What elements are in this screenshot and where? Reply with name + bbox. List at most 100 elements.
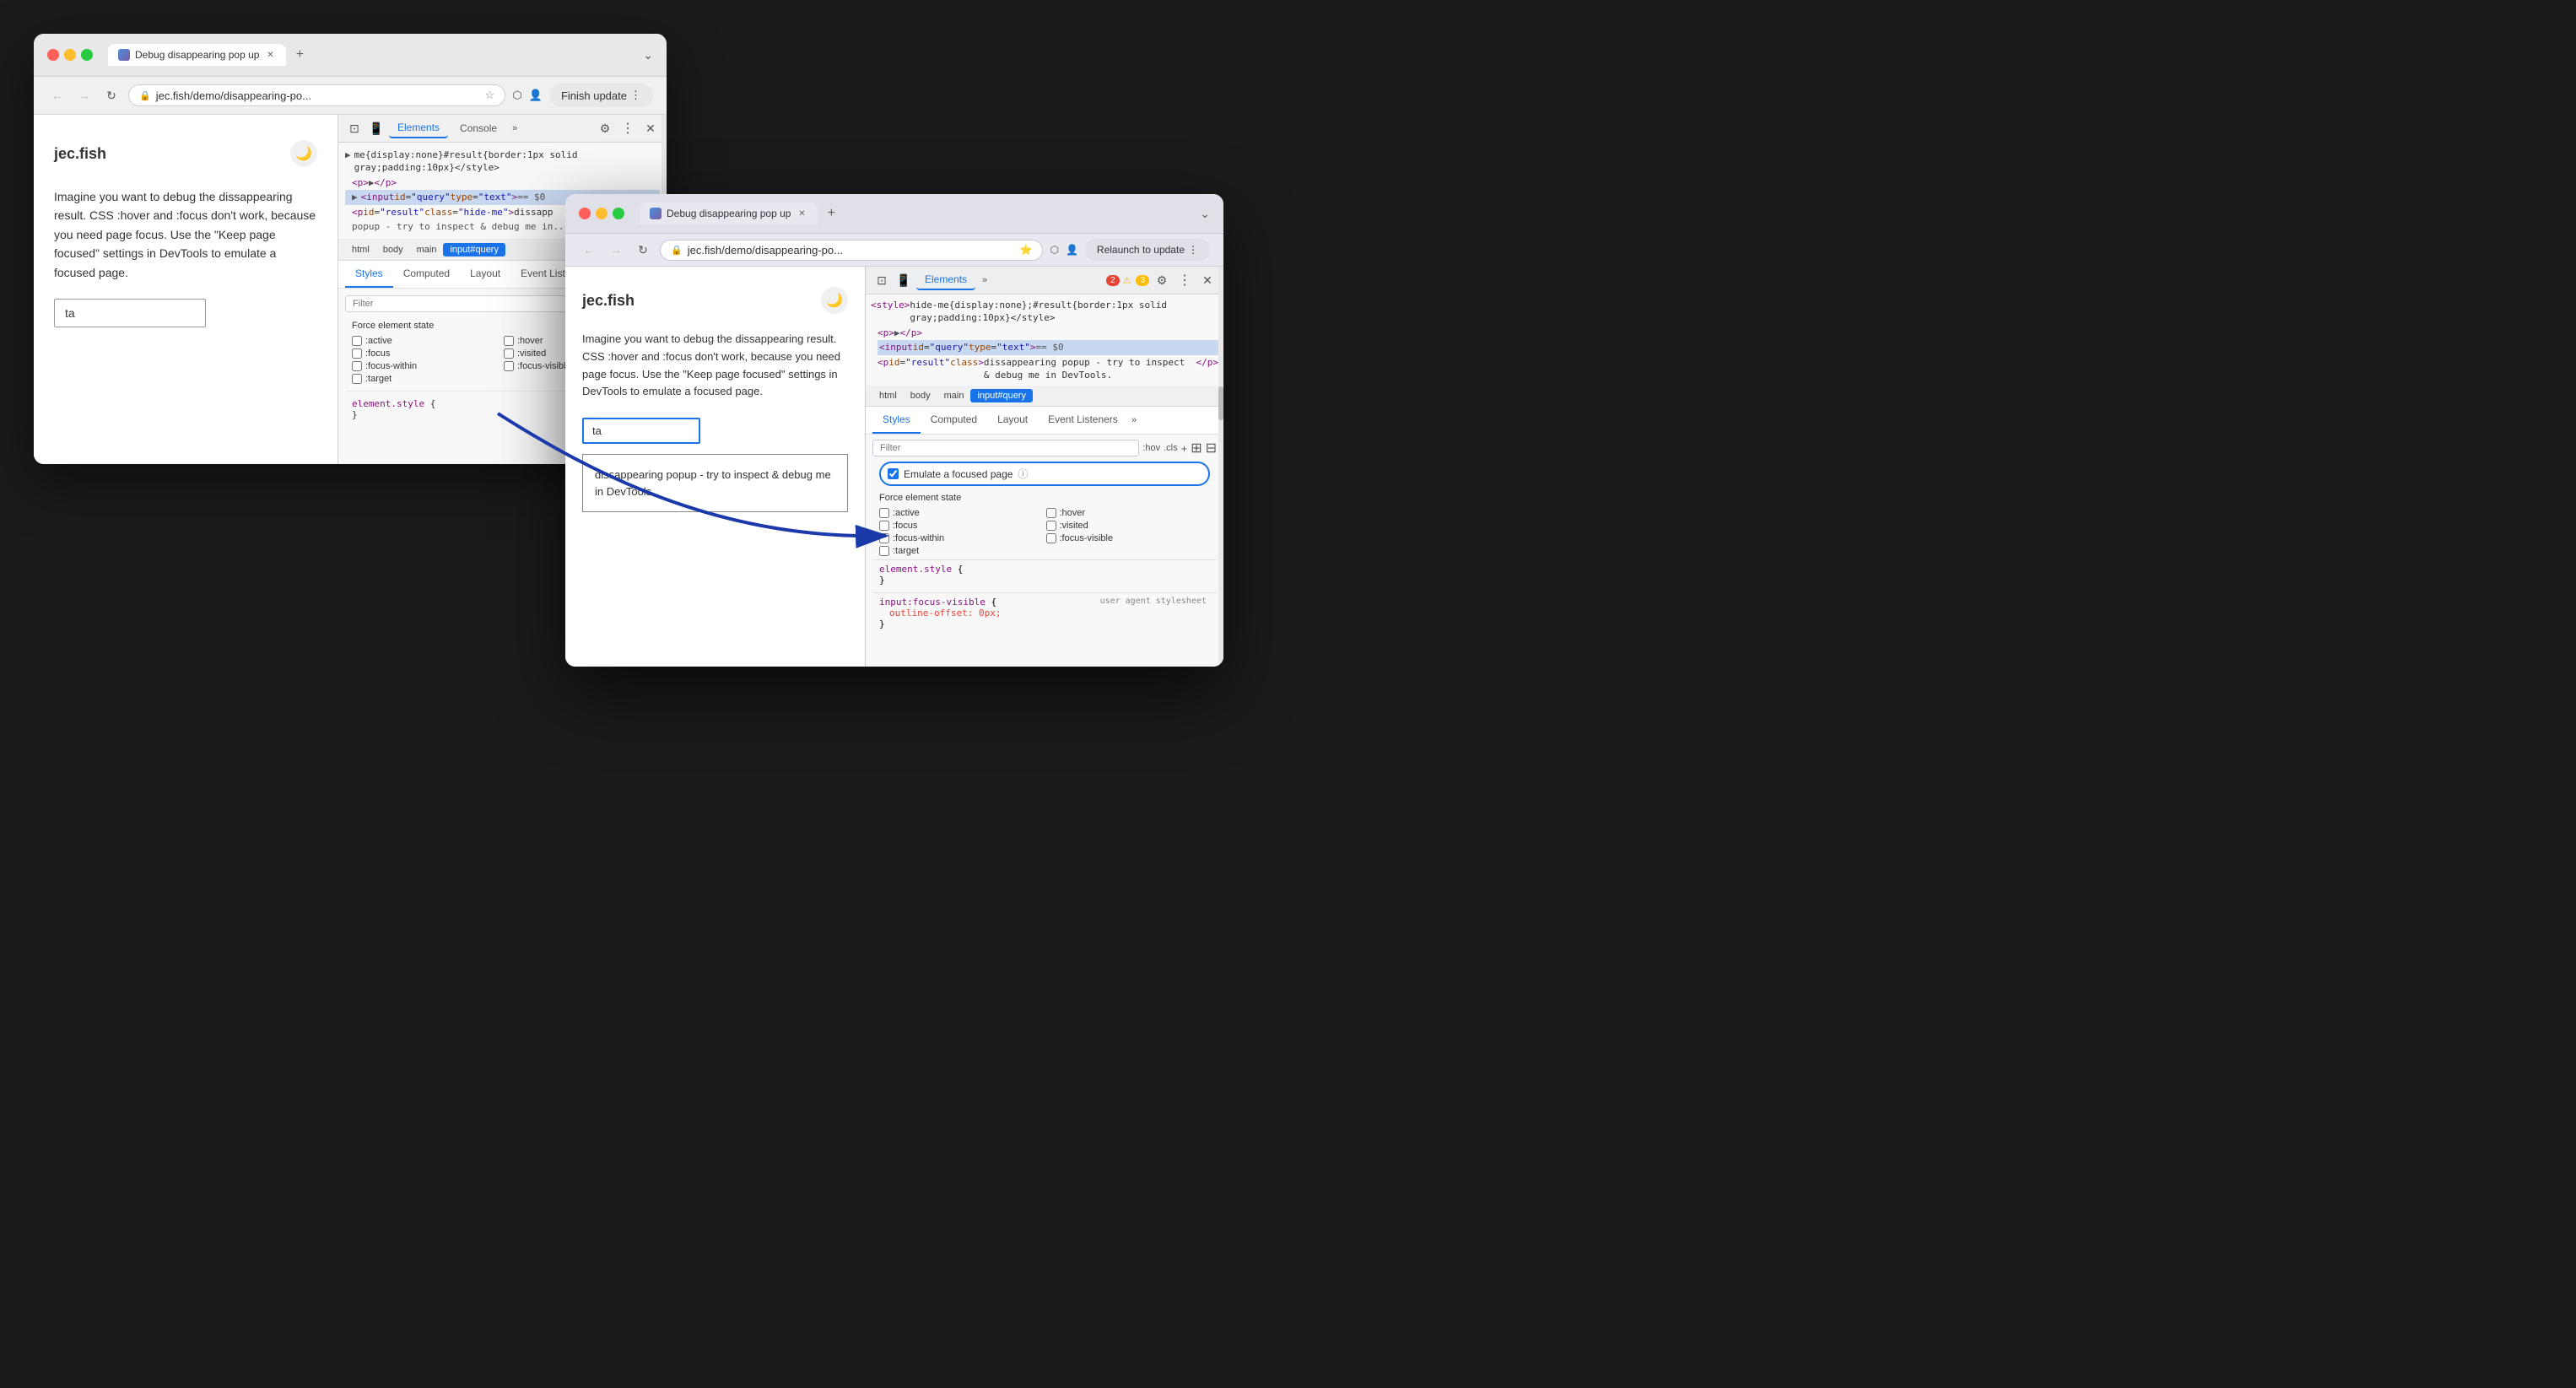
- relaunch-update-button[interactable]: Relaunch to update ⋮: [1085, 239, 1210, 261]
- maximize-button-2[interactable]: [613, 208, 624, 219]
- computed-tab-1[interactable]: Computed: [393, 261, 460, 288]
- scrollbar-2[interactable]: [1218, 267, 1223, 667]
- focus-visible-checkbox-2[interactable]: [1046, 533, 1056, 543]
- url-field-2[interactable]: 🔒 jec.fish/demo/disappearing-po... ⭐: [660, 240, 1043, 261]
- more-tabs-icon-2[interactable]: »: [979, 273, 991, 287]
- code-line-2-3[interactable]: <input id="query" type="text" > == $0: [878, 340, 1218, 354]
- active-checkbox-1[interactable]: [352, 336, 362, 346]
- visited-checkbox-1[interactable]: [504, 348, 514, 359]
- focus-within-checkbox-1[interactable]: [352, 361, 362, 371]
- new-tab-button-1[interactable]: +: [289, 45, 310, 65]
- bc-html[interactable]: html: [345, 243, 376, 257]
- titlebar-1: Debug disappearing pop up ✕ + ⌄: [34, 34, 667, 77]
- focus-checkbox-1[interactable]: [352, 348, 362, 359]
- focus-within-checkbox-2[interactable]: [879, 533, 889, 543]
- back-button-1[interactable]: ←: [47, 85, 68, 105]
- styles-tab-1[interactable]: Styles: [345, 261, 393, 288]
- dark-mode-button-1[interactable]: 🌙: [290, 140, 317, 167]
- code-line-2-2: <p> ▶ </p>: [878, 326, 1218, 340]
- list-view-btn[interactable]: ⊟: [1206, 440, 1217, 456]
- active-tab-1[interactable]: Debug disappearing pop up ✕: [108, 44, 286, 66]
- url-field-1[interactable]: 🔒 jec.fish/demo/disappearing-po... ☆: [128, 84, 505, 106]
- add-style-btn-2[interactable]: +: [1181, 442, 1188, 455]
- styles-tab-2[interactable]: Styles: [872, 407, 921, 434]
- new-tab-button-2[interactable]: +: [821, 203, 841, 224]
- computed-tab-2[interactable]: Computed: [921, 407, 987, 434]
- bc2-main[interactable]: main: [937, 389, 971, 402]
- page-description-2: Imagine you want to debug the dissappear…: [582, 331, 848, 401]
- bc-main[interactable]: main: [410, 243, 444, 257]
- state-hover-2: :hover: [1046, 508, 1211, 518]
- overflow-menu-1[interactable]: ⋮: [618, 120, 638, 137]
- hov-pseudo-btn-2[interactable]: :hov: [1142, 443, 1160, 453]
- event-listeners-tab-2[interactable]: Event Listeners: [1038, 407, 1128, 434]
- bookmark-icon-1: ☆: [485, 89, 495, 102]
- bc2-body[interactable]: body: [904, 389, 937, 402]
- tab-close-2[interactable]: ✕: [796, 208, 807, 219]
- error-badge: 2: [1106, 275, 1120, 286]
- settings-icon-1[interactable]: ⚙: [596, 119, 614, 138]
- bc-body[interactable]: body: [376, 243, 410, 257]
- finish-update-button[interactable]: Finish update ⋮: [549, 84, 653, 107]
- tab-dropdown-1[interactable]: ⌄: [643, 48, 653, 62]
- settings-icon-2[interactable]: ⚙: [1153, 271, 1171, 289]
- target-checkbox-2[interactable]: [879, 546, 889, 556]
- elements-tab-2[interactable]: Elements: [916, 270, 975, 290]
- tab-bar-2: Debug disappearing pop up ✕ +: [640, 203, 1191, 224]
- visited-checkbox-2[interactable]: [1046, 521, 1056, 531]
- query-input-1[interactable]: [54, 299, 206, 327]
- reload-button-1[interactable]: ↻: [101, 85, 122, 105]
- hover-checkbox-1[interactable]: [504, 336, 514, 346]
- emulate-focused-page-row: Emulate a focused page ⓘ: [879, 462, 1210, 486]
- console-tab-1[interactable]: Console: [451, 119, 505, 138]
- overflow-menu-2[interactable]: ⋮: [1175, 272, 1195, 289]
- device-icon-2[interactable]: 📱: [894, 271, 913, 289]
- inspect-icon-2[interactable]: ⊡: [872, 271, 891, 289]
- bc2-input[interactable]: input#query: [970, 389, 1033, 402]
- minimize-button-2[interactable]: [596, 208, 608, 219]
- active-checkbox-2[interactable]: [879, 508, 889, 518]
- reload-button-2[interactable]: ↻: [633, 240, 653, 260]
- popup-text: dissappearing popup - try to inspect & d…: [595, 468, 831, 498]
- close-devtools-2[interactable]: ✕: [1198, 271, 1217, 289]
- close-button-2[interactable]: [579, 208, 591, 219]
- close-devtools-1[interactable]: ✕: [641, 119, 660, 138]
- state-focus-visible-2: :focus-visible: [1046, 533, 1211, 543]
- filter-input-2[interactable]: [872, 440, 1139, 456]
- tab-dropdown-2[interactable]: ⌄: [1200, 207, 1210, 221]
- back-button-2[interactable]: ←: [579, 240, 599, 260]
- close-button-1[interactable]: [47, 49, 59, 61]
- forward-button-1[interactable]: →: [74, 85, 95, 105]
- filter-bar-2: :hov .cls + ⊞ ⊟: [872, 440, 1217, 456]
- forward-button-2[interactable]: →: [606, 240, 626, 260]
- more-section-tabs-2[interactable]: »: [1128, 413, 1140, 427]
- moon-icon-1: 🌙: [295, 145, 312, 162]
- elements-tab-1[interactable]: Elements: [389, 118, 448, 138]
- filter-input-1[interactable]: [345, 295, 602, 312]
- query-input-2[interactable]: [582, 418, 700, 444]
- maximize-button-1[interactable]: [81, 49, 93, 61]
- device-icon-1[interactable]: 📱: [367, 119, 386, 138]
- target-checkbox-1[interactable]: [352, 374, 362, 384]
- state-active-2: :active: [879, 508, 1044, 518]
- more-tabs-icon-1[interactable]: »: [509, 122, 521, 135]
- help-icon[interactable]: ⓘ: [1018, 467, 1028, 481]
- bc-input[interactable]: input#query: [443, 243, 505, 257]
- layout-tab-2[interactable]: Layout: [987, 407, 1038, 434]
- grid-view-btn[interactable]: ⊞: [1191, 440, 1202, 456]
- active-tab-2[interactable]: Debug disappearing pop up ✕: [640, 203, 818, 224]
- cls-pseudo-btn-2[interactable]: .cls: [1164, 443, 1178, 453]
- inspect-icon-1[interactable]: ⊡: [345, 119, 364, 138]
- extension-icon-2: ⬡: [1050, 244, 1058, 256]
- state-focus-2: :focus: [879, 521, 1044, 531]
- focus-checkbox-2[interactable]: [879, 521, 889, 531]
- minimize-button-1[interactable]: [64, 49, 76, 61]
- emulate-focused-checkbox[interactable]: [888, 468, 899, 479]
- hover-checkbox-2[interactable]: [1046, 508, 1056, 518]
- layout-tab-1[interactable]: Layout: [460, 261, 510, 288]
- focus-visible-checkbox-1[interactable]: [504, 361, 514, 371]
- tab-close-1[interactable]: ✕: [264, 49, 276, 61]
- bc2-html[interactable]: html: [872, 389, 904, 402]
- dark-mode-button-2[interactable]: 🌙: [821, 287, 848, 314]
- page-section-1: jec.fish 🌙 Imagine you want to debug the…: [34, 115, 338, 464]
